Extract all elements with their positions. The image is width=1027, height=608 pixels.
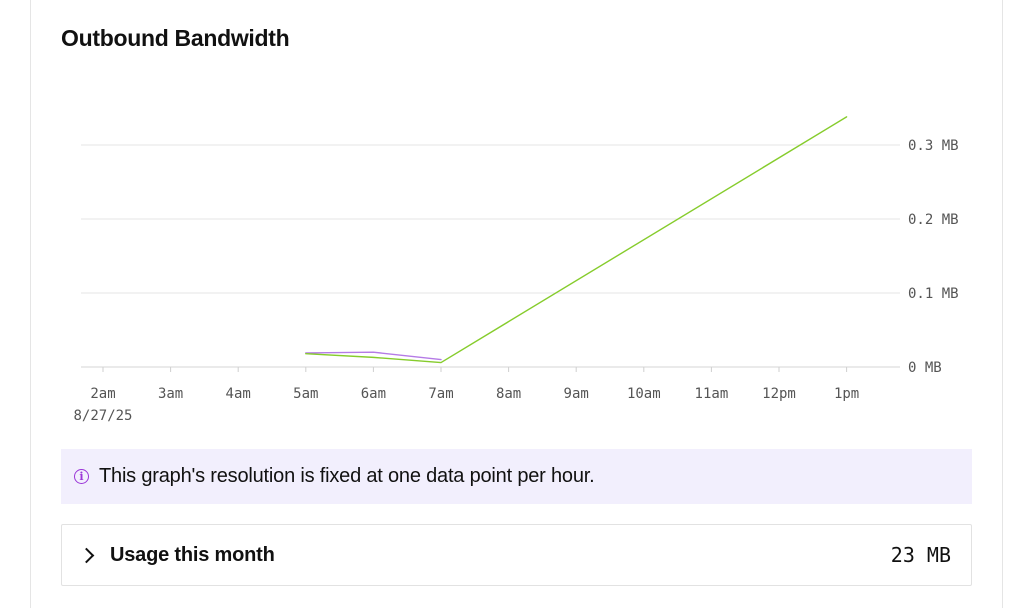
usage-label: Usage this month — [110, 543, 275, 566]
x-tick-label-8: 10am — [627, 386, 661, 402]
x-axis-ticks: 2am 3am 4am 5am 6am 7am 8am 9am 10am 11am 12pm 1pm 8… — [73, 367, 859, 424]
x-tick-label-7: 9am — [564, 386, 589, 402]
x-date-label: 8/27/25 — [73, 408, 132, 424]
y-tick-label-2: 0.2 MB — [908, 212, 959, 228]
chevron-right-icon — [78, 547, 95, 563]
x-tick-label-10: 12pm — [762, 386, 796, 402]
x-tick-label-9: 11am — [695, 386, 729, 402]
x-tick-label-1: 3am — [158, 386, 183, 402]
y-tick-label-3: 0.3 MB — [908, 138, 959, 154]
usage-value: 23 MB — [890, 543, 951, 567]
series-line-1[interactable] — [305, 116, 848, 364]
y-tick-label-1: 0.1 MB — [908, 286, 959, 302]
resolution-notice-text: This graph's resolution is fixed at one … — [99, 465, 595, 487]
resolution-notice: i This graph's resolution is fixed at on… — [61, 449, 972, 504]
x-tick-label-0: 2am — [90, 386, 115, 402]
x-tick-label-2: 4am — [226, 386, 251, 402]
x-tick-label-4: 6am — [361, 386, 386, 402]
x-tick-label-6: 8am — [496, 386, 521, 402]
chart-gridlines — [81, 144, 900, 368]
info-icon: i — [74, 469, 89, 484]
bandwidth-chart[interactable]: 0 MB 0.1 MB 0.2 MB 0.3 MB 2am 3am 4am 5am 6am 7a… — [0, 0, 1027, 440]
x-tick-label-5: 7am — [428, 386, 453, 402]
series-line-0[interactable] — [305, 351, 442, 361]
y-tick-label-0: 0 MB — [908, 360, 942, 376]
y-axis-ticks: 0 MB 0.1 MB 0.2 MB 0.3 MB — [908, 138, 959, 376]
usage-this-month-toggle[interactable]: Usage this month 23 MB — [61, 524, 972, 586]
x-tick-label-3: 5am — [293, 386, 318, 402]
chart-series — [305, 116, 848, 364]
x-tick-label-11: 1pm — [834, 386, 859, 402]
